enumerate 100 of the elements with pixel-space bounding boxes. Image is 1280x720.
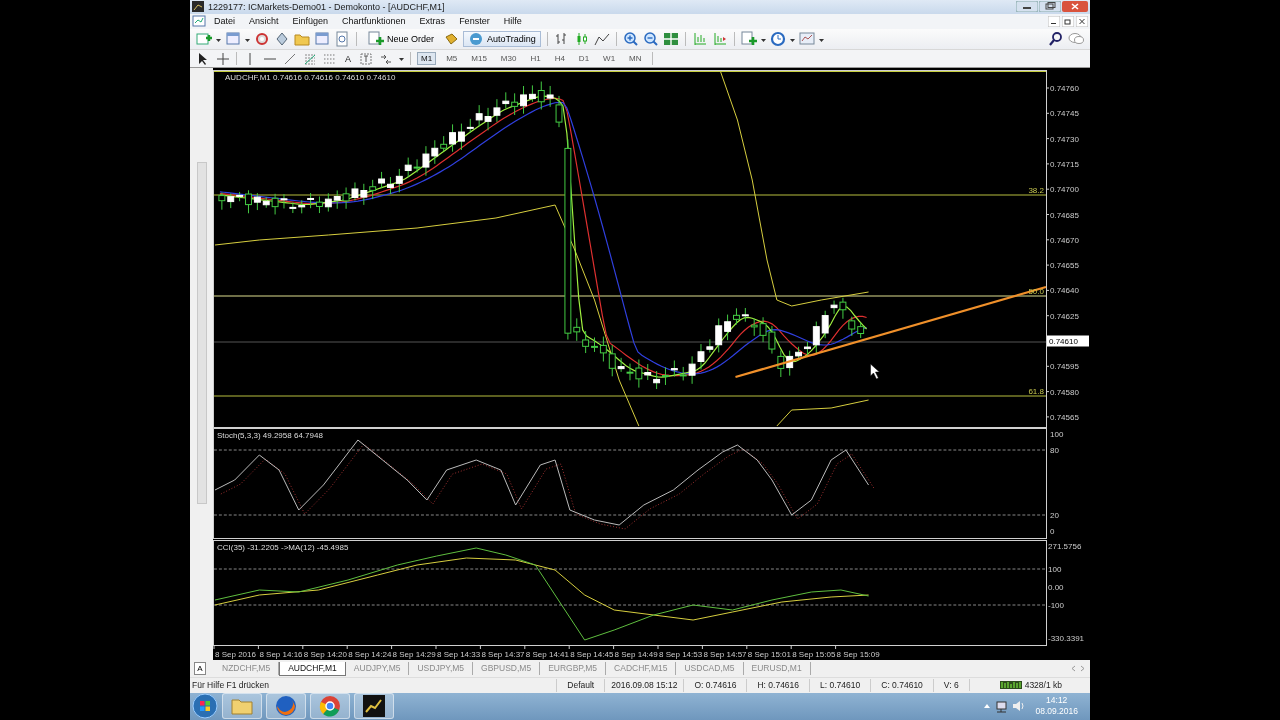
minimize-icon[interactable]: [1016, 1, 1038, 13]
price-axis-label: 0.74715: [1050, 160, 1079, 170]
indicator-axis-label: -100: [1048, 601, 1064, 611]
dropdown-caret-icon[interactable]: [760, 36, 766, 42]
menu-item[interactable]: Hilfe: [497, 15, 528, 28]
tab-scroll-button[interactable]: A: [194, 662, 206, 676]
fibonacci-level-label: 38.2: [1028, 186, 1044, 196]
text-tool-button[interactable]: A: [343, 53, 353, 64]
menu-item[interactable]: Chartfunktionen: [336, 15, 412, 28]
timeframe-button[interactable]: M1: [417, 52, 437, 66]
indicator-axis-label: 0: [1050, 527, 1055, 537]
autotrading-button[interactable]: AutoTrading: [463, 31, 541, 48]
time-axis-label: 8 Sep 14:29: [392, 650, 436, 660]
chart-shift-icon[interactable]: [711, 31, 728, 48]
price-axis-label: 0.74745: [1050, 109, 1079, 119]
restore-icon[interactable]: [1039, 1, 1061, 13]
timeframe-button[interactable]: MN: [625, 52, 646, 66]
chart-window-icon: [192, 15, 206, 28]
price-value: O: 0.74616: [683, 678, 747, 692]
time-axis-label: 8 Sep 2016: [215, 650, 256, 660]
new-order-button[interactable]: Neue Order: [363, 31, 440, 48]
trend-line-icon[interactable]: [283, 51, 297, 66]
scroll-right-icon[interactable]: [1078, 664, 1086, 674]
time-axis-label: 8 Sep 14:37: [481, 650, 525, 660]
crosshair-icon[interactable]: [216, 51, 230, 66]
dropdown-caret-icon[interactable]: [245, 36, 250, 42]
dropdown-caret-icon[interactable]: [399, 56, 404, 62]
tray-arrow-icon[interactable]: [983, 702, 992, 711]
taskbar-button[interactable]: [354, 693, 394, 720]
window-icon[interactable]: [314, 31, 330, 48]
folder-icon[interactable]: [294, 31, 310, 48]
price-value: L: 0.74610: [809, 678, 871, 692]
price-axis-label: 0.74670: [1050, 236, 1079, 246]
clock-icon[interactable]: [769, 31, 786, 48]
dropdown-caret-icon[interactable]: [789, 36, 795, 42]
indicator-axis-label: 271.5756: [1048, 542, 1082, 552]
time-axis-label: 8 Sep 14:53: [659, 650, 703, 660]
timeframe-button[interactable]: M5: [442, 52, 462, 66]
tile-windows-icon[interactable]: [662, 31, 679, 48]
timeframe-button[interactable]: H4: [550, 52, 569, 66]
restore-icon[interactable]: [1062, 16, 1074, 27]
price-axis-label: 0.74565: [1050, 413, 1079, 423]
profile-name: Default: [556, 678, 605, 692]
time-axis-label: 8 Sep 15:05: [792, 650, 836, 660]
time-axis-label: 8 Sep 14:57: [703, 650, 747, 660]
close-icon[interactable]: [1076, 16, 1088, 27]
menu-item[interactable]: Ansicht: [243, 15, 285, 28]
scrollbar[interactable]: [196, 162, 207, 505]
indicator-axis-label: 100: [1050, 430, 1064, 440]
connection-bars-icon: [999, 679, 1022, 692]
order-icon: [368, 31, 384, 48]
menu-item[interactable]: Einfügen: [286, 15, 335, 28]
menu-item[interactable]: Datei: [208, 15, 241, 28]
price-axis-label: 0.74625: [1050, 312, 1079, 322]
time-axis-label: 8 Sep 14:33: [437, 650, 481, 660]
timeframe-button[interactable]: M30: [496, 52, 521, 66]
scroll-left-icon[interactable]: [1070, 664, 1078, 674]
network-icon[interactable]: [995, 699, 1009, 713]
price-axis-label: 0.74595: [1050, 362, 1079, 372]
search-icon[interactable]: [1048, 31, 1064, 48]
timeframe-button[interactable]: H1: [526, 52, 545, 66]
template-icon[interactable]: [798, 31, 815, 48]
minimize-icon[interactable]: [1048, 16, 1060, 27]
zoom-in-icon[interactable]: [622, 31, 639, 48]
menu-item[interactable]: Extras: [413, 15, 452, 28]
traffic-value: 4328/1 kb: [1024, 680, 1062, 691]
price-value: C: 0.74610: [870, 678, 933, 692]
new-chart-icon[interactable]: [196, 31, 212, 48]
indicator-axis-label: 20: [1050, 511, 1059, 521]
diamond-icon[interactable]: [274, 31, 290, 48]
mouse-pointer-icon: [870, 364, 880, 380]
time-axis-label: 8 Sep 14:49: [614, 650, 658, 660]
indicator-legend: CCI(35) -31.2205 ->MA(12) -45.4985: [217, 543, 349, 553]
indicators-icon[interactable]: [740, 31, 757, 48]
clock-date: 08.09.2016: [1035, 706, 1078, 718]
line-chart-icon[interactable]: [593, 31, 610, 48]
time-axis-label: 8 Sep 14:20: [303, 650, 347, 660]
dropdown-caret-icon[interactable]: [818, 36, 824, 42]
start-button-icon[interactable]: [192, 693, 218, 720]
trading-app-icon: [362, 694, 386, 719]
fibonacci-icon[interactable]: [303, 51, 317, 66]
text-label-icon[interactable]: [359, 51, 373, 66]
timeframe-button[interactable]: M15: [467, 52, 491, 66]
dropdown-caret-icon[interactable]: [216, 36, 221, 42]
time-axis-label: 8 Sep 14:41: [525, 650, 569, 660]
price-axis-label: 0.74730: [1050, 135, 1079, 144]
indicator-axis-label: 80: [1050, 446, 1059, 456]
timeframe-button[interactable]: D1: [574, 52, 594, 66]
indicator-legend: Stoch(5,3,3) 49.2958 64.7948: [217, 431, 323, 441]
zoom-out-icon[interactable]: [642, 31, 659, 48]
time-axis-label: 8 Sep 14:45: [570, 650, 614, 660]
speaker-icon[interactable]: [1012, 699, 1026, 714]
document-icon[interactable]: [334, 31, 350, 48]
close-icon[interactable]: [1062, 1, 1088, 13]
menu-item[interactable]: Fenster: [453, 15, 496, 28]
chart-tab[interactable]: AUDCHF,M1: [279, 661, 346, 676]
browser-icon: [274, 694, 298, 719]
indicator-axis-label: 100: [1048, 565, 1062, 575]
timeframe-button[interactable]: W1: [599, 52, 620, 66]
indicator-axis-label: -330.3391: [1048, 634, 1085, 644]
